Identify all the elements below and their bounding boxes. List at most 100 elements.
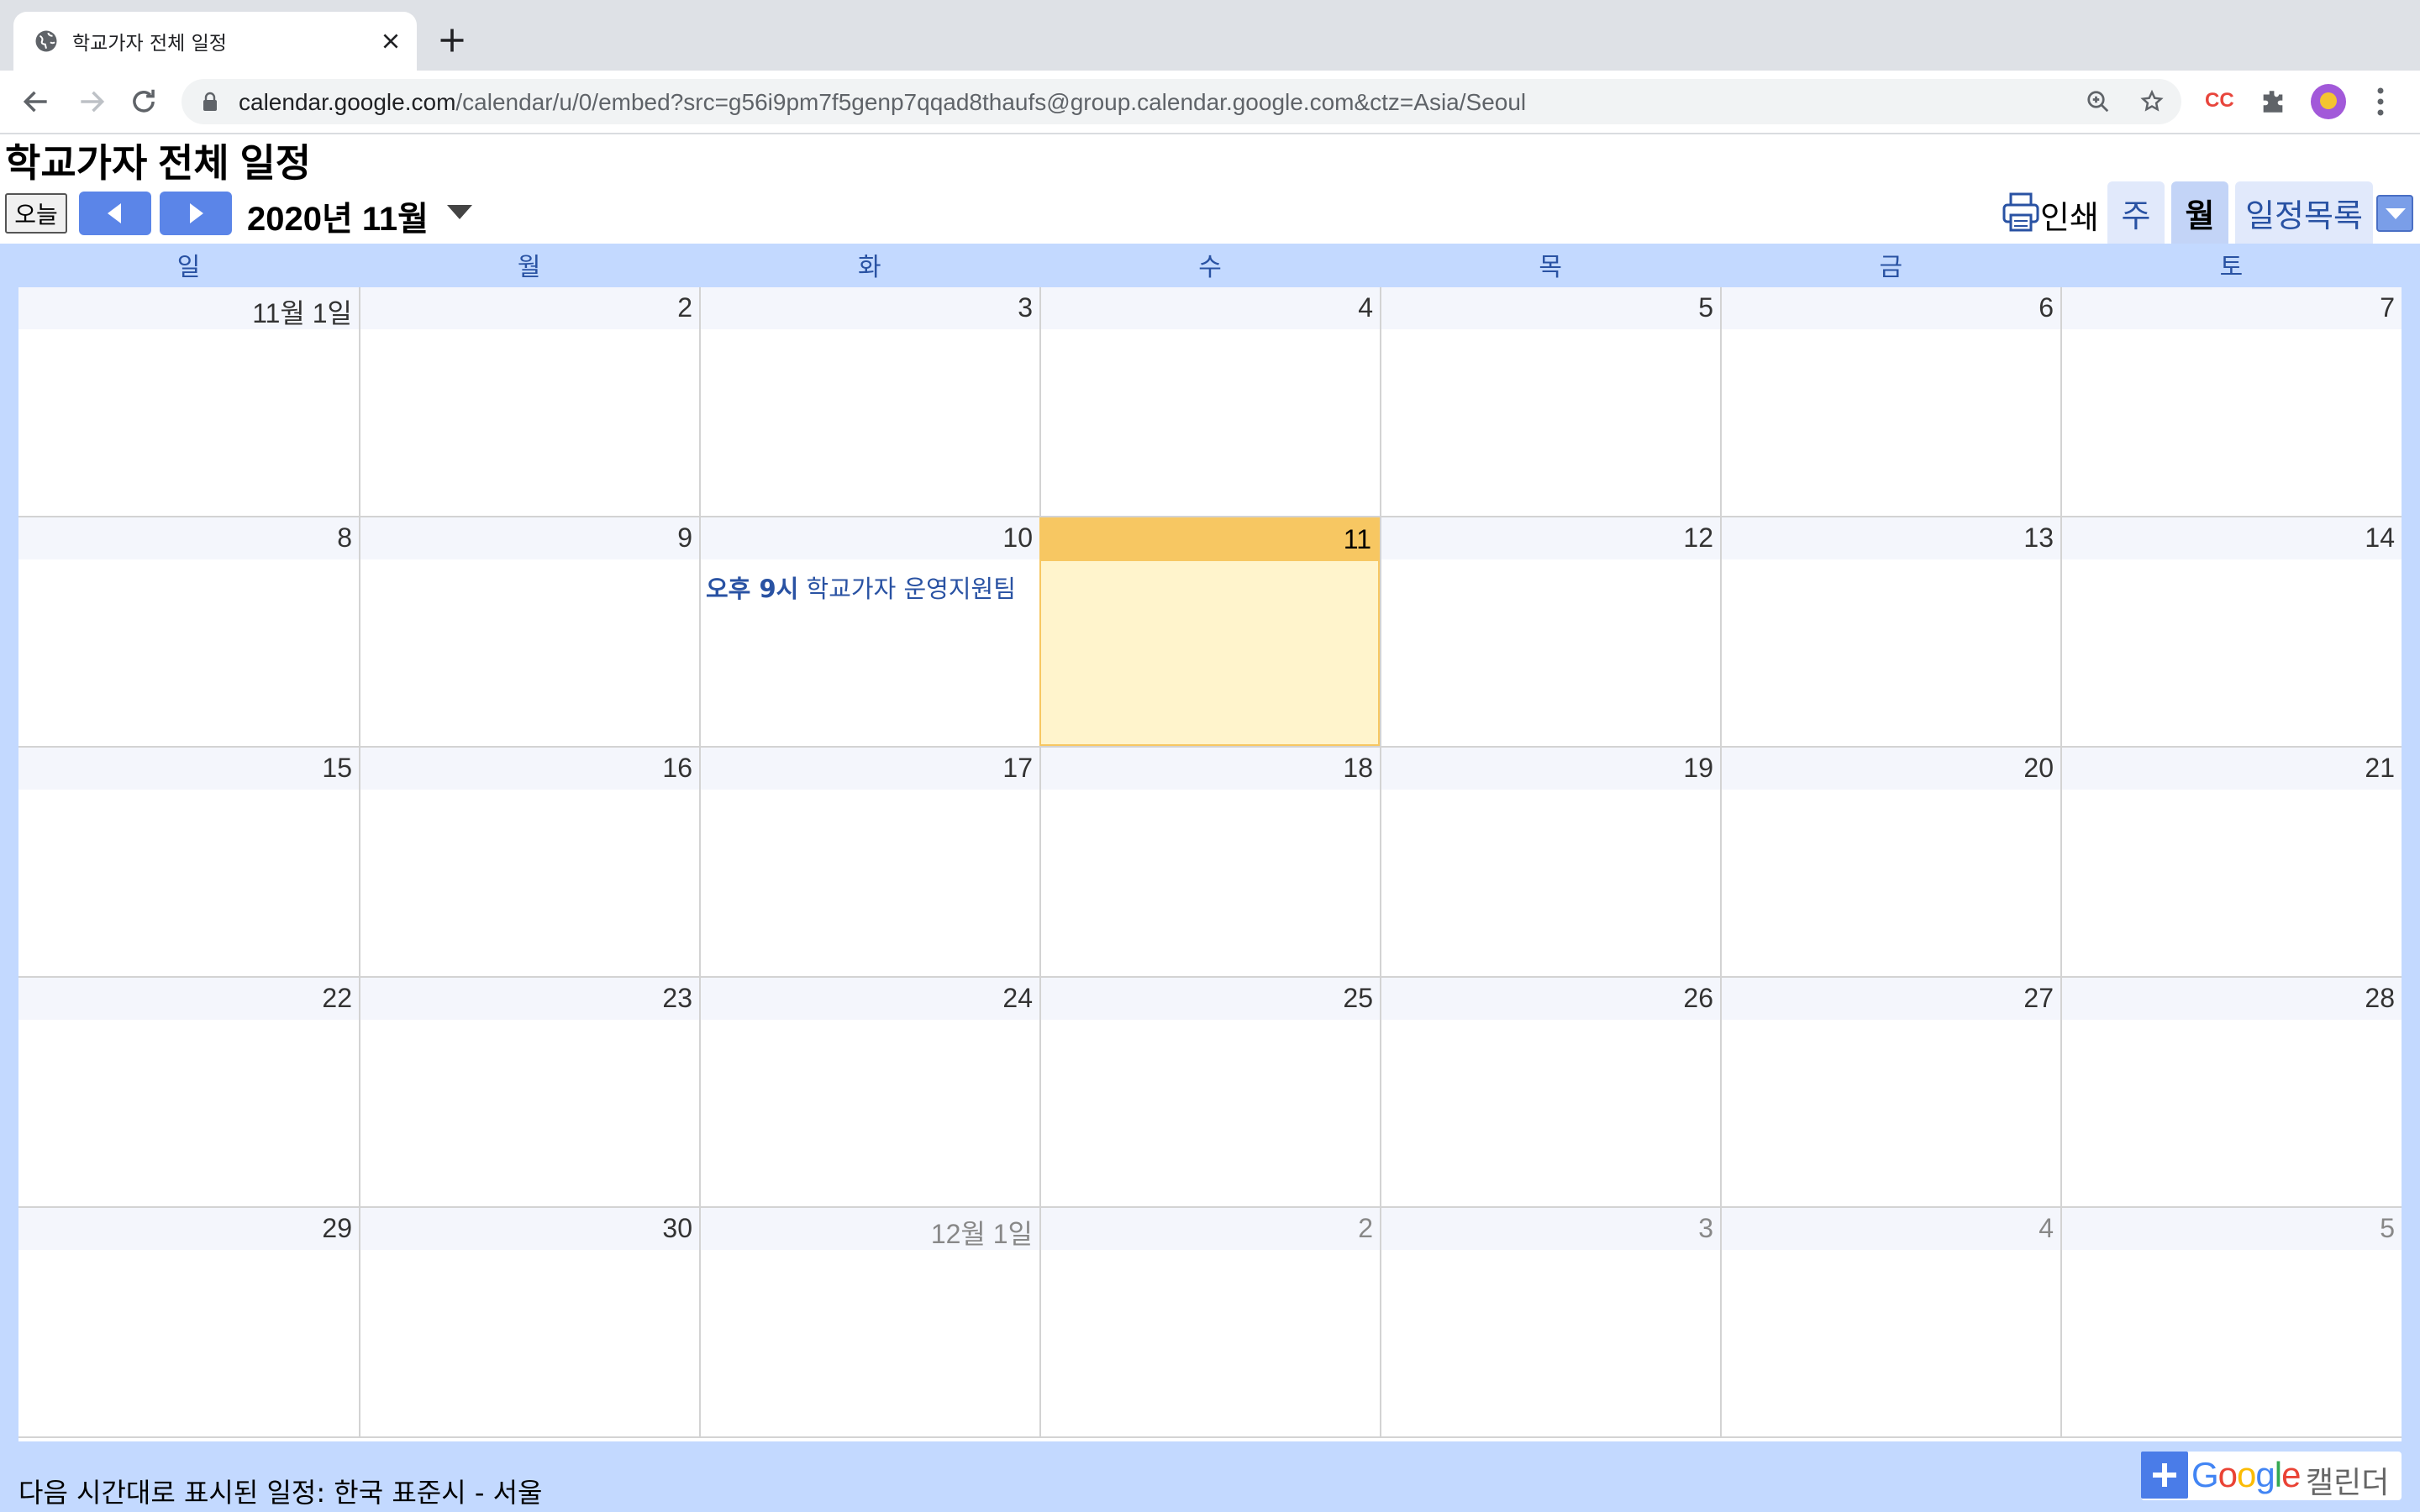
day-cell[interactable]: 3 bbox=[1380, 1208, 1720, 1436]
view-options-dropdown[interactable] bbox=[2376, 195, 2413, 232]
date-number[interactable]: 2 bbox=[677, 292, 692, 323]
date-number[interactable]: 28 bbox=[2365, 983, 2395, 1014]
day-cell[interactable]: 9 bbox=[359, 517, 699, 746]
date-number[interactable]: 17 bbox=[1002, 753, 1033, 784]
date-number[interactable]: 18 bbox=[1343, 753, 1373, 784]
day-cell[interactable]: 12월 1일 bbox=[699, 1208, 1039, 1436]
day-cell[interactable]: 25 bbox=[1039, 978, 1380, 1206]
zoom-icon[interactable] bbox=[2086, 89, 2111, 114]
day-cell[interactable]: 4 bbox=[1720, 1208, 2060, 1436]
tab-month-view[interactable]: 월 bbox=[2171, 181, 2228, 244]
google-calendar-add-badge[interactable]: Google 캘린더 bbox=[2141, 1452, 2402, 1500]
address-bar[interactable]: calendar.google.com/calendar/u/0/embed?s… bbox=[182, 79, 2181, 124]
calendar-event[interactable]: 오후 9시 학교가자 운영지원팀 bbox=[706, 570, 1016, 605]
extensions-puzzle-icon[interactable] bbox=[2259, 87, 2287, 116]
day-cell[interactable]: 7 bbox=[2060, 287, 2402, 516]
date-number[interactable]: 7 bbox=[2380, 292, 2395, 323]
star-icon[interactable] bbox=[2139, 89, 2165, 114]
date-number[interactable]: 11월 1일 bbox=[252, 292, 352, 331]
browser-tab[interactable]: 학교가자 전체 일정 bbox=[13, 12, 417, 71]
close-tab-icon[interactable] bbox=[380, 30, 402, 52]
date-number[interactable]: 24 bbox=[1002, 983, 1033, 1014]
day-cell[interactable]: 22 bbox=[18, 978, 359, 1206]
back-icon[interactable] bbox=[20, 86, 52, 118]
date-number[interactable]: 25 bbox=[1343, 983, 1373, 1014]
day-cell[interactable]: 20 bbox=[1720, 748, 2060, 976]
day-cell[interactable]: 12 bbox=[1380, 517, 1720, 746]
day-cell[interactable]: 16 bbox=[359, 748, 699, 976]
day-cell[interactable]: 6 bbox=[1720, 287, 2060, 516]
day-cell[interactable]: 17 bbox=[699, 748, 1039, 976]
day-cell[interactable]: 30 bbox=[359, 1208, 699, 1436]
day-cell[interactable]: 13 bbox=[1720, 517, 2060, 746]
new-tab-icon[interactable] bbox=[437, 25, 467, 55]
tab-agenda-view[interactable]: 일정목록 bbox=[2235, 181, 2373, 244]
date-number[interactable]: 2 bbox=[1358, 1213, 1373, 1244]
date-number[interactable]: 15 bbox=[322, 753, 352, 784]
day-cell[interactable]: 4 bbox=[1039, 287, 1380, 516]
tab-week-view[interactable]: 주 bbox=[2107, 181, 2165, 244]
day-cell[interactable]: 15 bbox=[18, 748, 359, 976]
lock-icon[interactable] bbox=[202, 92, 218, 112]
date-strip bbox=[18, 517, 359, 559]
date-number[interactable]: 16 bbox=[662, 753, 692, 784]
day-cell[interactable]: 2 bbox=[1039, 1208, 1380, 1436]
date-number[interactable]: 27 bbox=[2023, 983, 2054, 1014]
date-number[interactable]: 11 bbox=[1344, 524, 1371, 555]
prev-month-button[interactable] bbox=[79, 192, 151, 235]
date-number[interactable]: 3 bbox=[1698, 1213, 1713, 1244]
kebab-menu-icon[interactable] bbox=[2376, 86, 2385, 118]
day-cell[interactable]: 28 bbox=[2060, 978, 2402, 1206]
day-cell-today[interactable]: 11 bbox=[1039, 517, 1380, 746]
week-row: 29 30 12월 1일 2 3 4 5 bbox=[18, 1208, 2402, 1438]
month-picker-dropdown-icon[interactable] bbox=[447, 205, 472, 219]
day-cell[interactable]: 14 bbox=[2060, 517, 2402, 746]
date-number[interactable]: 12 bbox=[1683, 522, 1713, 554]
forward-icon[interactable] bbox=[76, 86, 108, 118]
next-month-button[interactable] bbox=[160, 192, 232, 235]
day-cell[interactable]: 5 bbox=[1380, 287, 1720, 516]
today-button[interactable]: 오늘 bbox=[5, 193, 67, 234]
date-number[interactable]: 14 bbox=[2365, 522, 2395, 554]
day-cell[interactable]: 2 bbox=[359, 287, 699, 516]
print-link[interactable]: 인쇄 bbox=[2040, 192, 2099, 238]
date-number[interactable]: 8 bbox=[337, 522, 352, 554]
day-cell[interactable]: 5 bbox=[2060, 1208, 2402, 1436]
date-number[interactable]: 4 bbox=[2039, 1213, 2054, 1244]
day-cell[interactable]: 8 bbox=[18, 517, 359, 746]
date-strip bbox=[1381, 287, 1720, 329]
printer-icon[interactable] bbox=[2002, 192, 2040, 234]
date-number[interactable]: 3 bbox=[1018, 292, 1033, 323]
day-cell[interactable]: 21 bbox=[2060, 748, 2402, 976]
day-cell[interactable]: 19 bbox=[1380, 748, 1720, 976]
date-number[interactable]: 13 bbox=[2023, 522, 2054, 554]
date-number[interactable]: 5 bbox=[2380, 1213, 2395, 1244]
closed-caption-extension-icon[interactable]: CC bbox=[2205, 89, 2234, 113]
date-number[interactable]: 20 bbox=[2023, 753, 2054, 784]
date-number[interactable]: 21 bbox=[2365, 753, 2395, 784]
date-number[interactable]: 26 bbox=[1683, 983, 1713, 1014]
day-cell[interactable]: 11월 1일 bbox=[18, 287, 359, 516]
date-number[interactable]: 10 bbox=[1002, 522, 1033, 554]
date-number[interactable]: 29 bbox=[322, 1213, 352, 1244]
date-strip bbox=[1381, 748, 1720, 790]
day-cell[interactable]: 27 bbox=[1720, 978, 2060, 1206]
date-number[interactable]: 22 bbox=[322, 983, 352, 1014]
profile-avatar[interactable] bbox=[2311, 84, 2346, 119]
day-cell[interactable]: 18 bbox=[1039, 748, 1380, 976]
reload-icon[interactable] bbox=[128, 86, 160, 118]
date-number[interactable]: 12월 1일 bbox=[931, 1213, 1033, 1252]
day-cell[interactable]: 24 bbox=[699, 978, 1039, 1206]
day-cell[interactable]: 3 bbox=[699, 287, 1039, 516]
day-cell[interactable]: 10 오후 9시 학교가자 운영지원팀 bbox=[699, 517, 1039, 746]
day-cell[interactable]: 23 bbox=[359, 978, 699, 1206]
date-number[interactable]: 19 bbox=[1683, 753, 1713, 784]
date-number[interactable]: 6 bbox=[2039, 292, 2054, 323]
day-cell[interactable]: 29 bbox=[18, 1208, 359, 1436]
date-number[interactable]: 4 bbox=[1358, 292, 1373, 323]
date-number[interactable]: 5 bbox=[1698, 292, 1713, 323]
date-number[interactable]: 23 bbox=[662, 983, 692, 1014]
date-number[interactable]: 30 bbox=[662, 1213, 692, 1244]
date-number[interactable]: 9 bbox=[677, 522, 692, 554]
day-cell[interactable]: 26 bbox=[1380, 978, 1720, 1206]
